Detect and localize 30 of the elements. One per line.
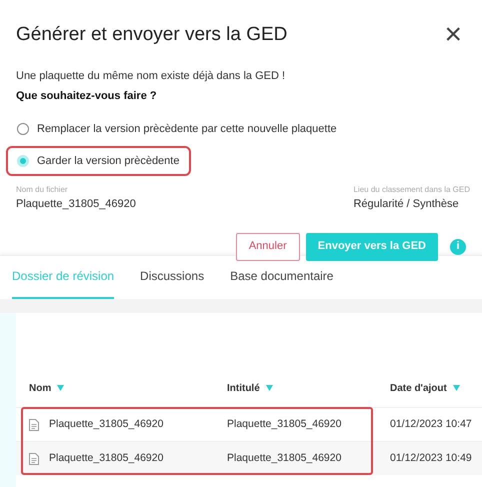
table-cell-text: Plaquette_31805_46920 xyxy=(49,450,164,466)
cancel-button[interactable]: Annuler xyxy=(236,232,300,260)
radio-option[interactable]: Garder la version prècèdente xyxy=(8,148,190,174)
close-button[interactable]: × xyxy=(444,20,466,50)
column-header[interactable]: Nom xyxy=(29,380,52,396)
field-value: Plaquette_31805_46920 xyxy=(16,197,136,212)
document-icon xyxy=(29,452,39,464)
field-value: Régularité / Synthèse xyxy=(353,197,460,212)
table-cell-text: 01/12/2023 10:49 xyxy=(390,450,472,466)
sort-icon[interactable] xyxy=(452,385,460,391)
dialog-title: Générer et envoyer vers la GED xyxy=(16,22,288,47)
question-text: Que souhaitez-vous faire ? xyxy=(16,88,158,104)
option-label: Garder la version prècèdente xyxy=(37,154,180,169)
sort-icon[interactable] xyxy=(57,385,64,391)
table-cell-text: Plaquette_31805_46920 xyxy=(49,416,164,432)
column-header[interactable]: Date d'ajout xyxy=(390,380,447,396)
option-label: Remplacer la version prècèdente par cette nouvelle plaquette xyxy=(37,122,337,137)
table-cell-text: Plaquette_31805_46920 xyxy=(227,450,342,466)
table-cell-text: 01/12/2023 10:47 xyxy=(390,416,472,432)
warning-message: Une plaquette du même nom existe déjà dans la GED ! xyxy=(16,69,286,84)
sort-icon[interactable] xyxy=(266,385,273,391)
tab[interactable]: Base documentaire xyxy=(230,267,334,299)
table-cell-text: Plaquette_31805_46920 xyxy=(227,416,342,432)
field-label: Lieu du classement dans la GED xyxy=(353,184,470,196)
tab[interactable]: Discussions xyxy=(140,267,204,299)
field-label: Nom du fichier xyxy=(16,184,69,196)
document-icon xyxy=(29,418,39,430)
radio-option[interactable]: Remplacer la version prècèdente par cette nouvelle plaquette xyxy=(16,118,347,140)
column-header[interactable]: Intitulé xyxy=(227,380,260,396)
radio-button[interactable] xyxy=(17,123,29,135)
